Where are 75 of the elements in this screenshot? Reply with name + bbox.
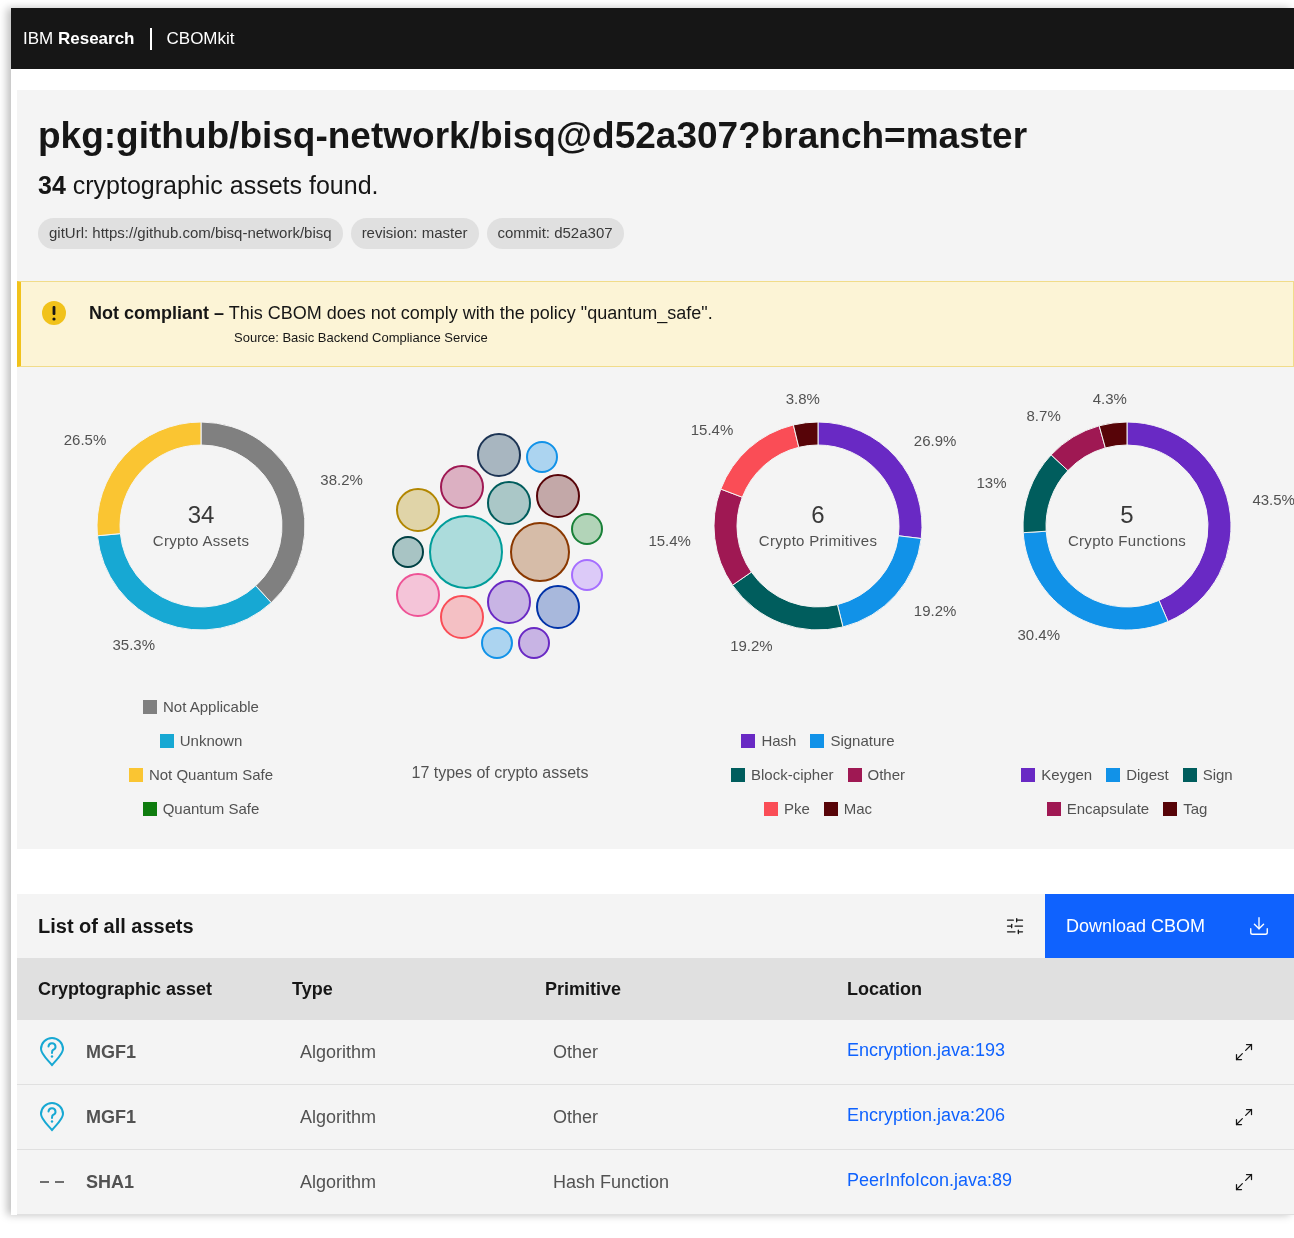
data-label: 43.5% <box>1252 491 1294 509</box>
column-header: Type <box>292 977 334 1001</box>
data-label: 3.8% <box>785 389 820 407</box>
page-title: pkg:github/bisq-network/bisq@d52a307?branch=master <box>38 114 1029 158</box>
info-tag: revision: master <box>350 218 479 249</box>
data-label: 30.4% <box>1017 626 1061 644</box>
center-value: 6 <box>811 499 825 530</box>
legend-label: Tag <box>1183 798 1208 819</box>
asset-name: SHA1 <box>86 1170 134 1194</box>
legend-label: Not Applicable <box>163 696 259 717</box>
data-label: 19.2% <box>913 601 957 619</box>
product-name[interactable]: CBOMkit <box>166 25 235 52</box>
legend-label: Sign <box>1202 764 1233 785</box>
data-label: 13% <box>976 473 1007 491</box>
primitive-cell-text: Hash Function <box>552 1170 671 1194</box>
expand-icon[interactable] <box>1234 1042 1254 1062</box>
center-label: Crypto Assets <box>152 530 250 551</box>
column-header: Location <box>847 977 923 1001</box>
warning-icon <box>41 300 67 326</box>
expand-icon[interactable] <box>1234 1172 1254 1192</box>
compliance-message: Not compliant – This CBOM does not comply with the policy "quantum_safe". <box>89 302 713 326</box>
center-value: 34 <box>187 499 215 530</box>
data-label: 26.5% <box>63 430 107 448</box>
compliance-source: Source: Basic Backend Compliance Service <box>234 329 489 347</box>
legend-label: Quantum Safe <box>162 798 260 819</box>
data-label: 15.4% <box>690 421 734 439</box>
center-label: Crypto Functions <box>1067 530 1187 551</box>
bubble-caption: 17 types of crypto assets <box>411 763 589 783</box>
table-row[interactable]: SHA1 Algorithm Hash Function PeerInfoIcon.java:89 <box>17 1150 1294 1215</box>
legend-label: Unknown <box>179 730 243 751</box>
data-label: 15.4% <box>648 532 691 550</box>
legend-label: Encapsulate <box>1066 798 1150 819</box>
type-cell-text: Algorithm <box>299 1040 378 1064</box>
legend-label: Digest <box>1126 764 1169 785</box>
asset-name: MGF1 <box>86 1040 136 1064</box>
center-value: 5 <box>1120 499 1134 530</box>
type-cell-text: Algorithm <box>299 1105 378 1129</box>
table-row[interactable]: MGF1 Algorithm Other Encryption.java:206 <box>17 1085 1294 1150</box>
legend-label: Not Quantum Safe <box>148 764 274 785</box>
question-pin-icon <box>39 1037 65 1067</box>
location-link[interactable]: PeerInfoIcon.java:89 <box>847 1166 1234 1194</box>
info-tag: gitUrl: https://github.com/bisq-network/bisq <box>38 218 343 249</box>
primitive-cell-text: Other <box>552 1105 600 1129</box>
table-title: List of all assets <box>38 914 194 939</box>
download-icon <box>1248 915 1270 937</box>
location-link[interactable]: Encryption.java:193 <box>847 1036 1234 1064</box>
data-label: 26.9% <box>913 432 957 450</box>
filter-settings-icon[interactable] <box>1005 916 1025 936</box>
expand-icon[interactable] <box>1234 1107 1254 1127</box>
legend-label: Signature <box>830 730 895 751</box>
data-label: 35.3% <box>112 636 155 654</box>
question-pin-icon <box>39 1102 65 1132</box>
primitive-cell-text: Other <box>552 1040 600 1064</box>
column-header: Primitive <box>545 977 623 1001</box>
type-cell-text: Algorithm <box>299 1170 378 1194</box>
legend-label: Mac <box>843 798 873 819</box>
legend-label: Hash <box>761 730 797 751</box>
info-tag: commit: d52a307 <box>486 218 624 249</box>
table-row[interactable]: MGF1 Algorithm Other Encryption.java:193 <box>17 1020 1294 1085</box>
legend-label: Block-cipher <box>750 764 834 785</box>
center-label: Crypto Primitives <box>758 530 878 551</box>
legend-label: Keygen <box>1041 764 1093 785</box>
asset-count: 34 cryptographic assets found. <box>38 170 380 201</box>
download-button[interactable]: Download CBOM <box>1045 894 1294 958</box>
brand-name[interactable]: IBM Research <box>23 25 135 52</box>
data-label: 38.2% <box>320 470 363 488</box>
location-link[interactable]: Encryption.java:206 <box>847 1101 1234 1129</box>
data-label: 4.3% <box>1092 390 1127 408</box>
data-label: 8.7% <box>1026 407 1061 425</box>
legend-label: Pke <box>783 798 810 819</box>
dash-icon <box>39 1180 65 1184</box>
column-header: Cryptographic asset <box>38 977 214 1001</box>
data-label: 19.2% <box>730 636 773 654</box>
asset-name: MGF1 <box>86 1105 136 1129</box>
legend-label: Other <box>867 764 905 785</box>
